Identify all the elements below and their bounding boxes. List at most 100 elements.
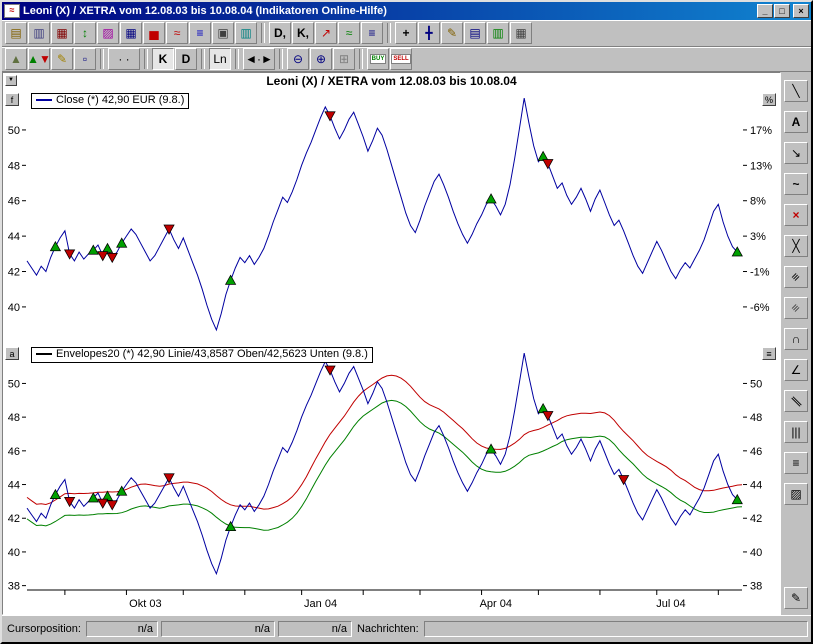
- svg-text:Jan 04: Jan 04: [304, 598, 337, 610]
- svg-text:40: 40: [8, 302, 20, 314]
- price-legend: Close (*) 42,90 EUR (9.8.): [31, 93, 189, 109]
- kurs-button[interactable]: K: [152, 48, 174, 70]
- curve-tool[interactable]: ~: [784, 173, 808, 195]
- vertical-grid-tool[interactable]: |||: [784, 421, 808, 443]
- news-field: [424, 621, 808, 637]
- toolbar-separator: [261, 23, 265, 43]
- svg-text:48: 48: [8, 412, 20, 424]
- svg-text:50: 50: [8, 378, 20, 390]
- svg-text:17%: 17%: [750, 125, 772, 137]
- chart-area: ▼ Leoni (X) / XETRA vom 12.08.03 bis 10.…: [2, 72, 781, 615]
- windows-button[interactable]: ▥: [235, 22, 257, 44]
- price-pane-percent-button[interactable]: %: [762, 93, 776, 106]
- toolbar-separator: [359, 49, 363, 69]
- layout-button[interactable]: ▥: [487, 22, 509, 44]
- zoom-in-button[interactable]: ⊕: [310, 48, 332, 70]
- hatch-arrow-tool[interactable]: ≡: [784, 297, 808, 319]
- arrow-tool[interactable]: ↘: [784, 142, 808, 164]
- text-tool[interactable]: A: [784, 111, 808, 133]
- move-cross-button[interactable]: ╋: [418, 22, 440, 44]
- daily-button[interactable]: D: [175, 48, 197, 70]
- histogram-button[interactable]: ▅: [143, 22, 165, 44]
- crosshatch-tool[interactable]: ▨: [784, 483, 808, 505]
- indicator-button[interactable]: ↗: [315, 22, 337, 44]
- line-chart-button[interactable]: ≈: [166, 22, 188, 44]
- scroll-chart-button[interactable]: ◄·►: [243, 48, 275, 70]
- k-period-button[interactable]: K,: [292, 22, 314, 44]
- envelope-pane-menu-button[interactable]: ≡: [762, 347, 776, 360]
- arc-tool[interactable]: ∩: [784, 328, 808, 350]
- close-button[interactable]: ×: [793, 4, 809, 18]
- svg-text:Okt 03: Okt 03: [129, 598, 161, 610]
- signals-button[interactable]: ▲▼: [28, 48, 50, 70]
- data-table-button[interactable]: ≡: [189, 22, 211, 44]
- sell-signal-button[interactable]: SELL: [390, 48, 412, 70]
- main-toolbar: ▤▥▦↕▨▦▅≈≡▣▥D,K,↗≈≡+╋✎▤▥▦: [2, 20, 811, 47]
- svg-text:40: 40: [750, 547, 762, 559]
- envelope-legend-label: Envelopes20 (*) 42,90 Linie/43,8587 Oben…: [56, 348, 368, 360]
- cursor-position-label: Cursorposition:: [5, 623, 83, 635]
- minimize-button[interactable]: _: [757, 4, 773, 18]
- crosshair-button[interactable]: +: [395, 22, 417, 44]
- d-period-button[interactable]: D,: [269, 22, 291, 44]
- cursor-x-field: n/a: [86, 621, 158, 637]
- legend-line-sample: [36, 353, 52, 355]
- toolbar-separator: [201, 49, 205, 69]
- lines-button[interactable]: ≈: [338, 22, 360, 44]
- zoom-region-button[interactable]: ⊞: [333, 48, 355, 70]
- mountain-chart-button[interactable]: ▲: [5, 48, 27, 70]
- svg-text:46: 46: [8, 446, 20, 458]
- table-button[interactable]: ▦: [120, 22, 142, 44]
- legend-line-sample: [36, 99, 52, 101]
- pane-splitter-button[interactable]: ▼: [5, 75, 17, 86]
- draw-pencil-button[interactable]: ✎: [441, 22, 463, 44]
- style-pencil-button[interactable]: ✎: [51, 48, 73, 70]
- price-pane-function-button[interactable]: f: [5, 93, 19, 106]
- status-bar: Cursorposition: n/a n/a n/a Nachrichten:: [2, 615, 811, 642]
- save-button[interactable]: ▣: [212, 22, 234, 44]
- svg-text:50: 50: [750, 378, 762, 390]
- delete-tool[interactable]: ×: [784, 204, 808, 226]
- chart-new-button[interactable]: ▤: [5, 22, 27, 44]
- svg-text:42: 42: [8, 513, 20, 525]
- maximize-button[interactable]: □: [774, 4, 790, 18]
- mini-window-button[interactable]: ▫: [74, 48, 96, 70]
- main-area: ▼ Leoni (X) / XETRA vom 12.08.03 bis 10.…: [2, 72, 811, 615]
- svg-text:13%: 13%: [750, 160, 772, 172]
- svg-text:Apr 04: Apr 04: [480, 598, 512, 610]
- toolbar-separator: [144, 49, 148, 69]
- drawing-toolbar: ╲ A ↘ ~ × ╳ ≡ ≡ ∩ ∠ ∥ ||| ≡ ▨ ✎: [781, 72, 811, 615]
- svg-text:48: 48: [8, 160, 20, 172]
- news-label: Nachrichten:: [355, 623, 421, 635]
- zoom-out-button[interactable]: ⊖: [287, 48, 309, 70]
- chart-toolbar: ▲▲▼✎▫ · · KD Ln ◄·► ⊖⊕⊞ BUYSELL: [2, 47, 811, 72]
- fibonacci-tool[interactable]: ≡: [784, 452, 808, 474]
- copy-button[interactable]: ▥: [28, 22, 50, 44]
- list-button[interactable]: ≡: [361, 22, 383, 44]
- buy-signal-button[interactable]: BUY: [367, 48, 389, 70]
- envelope-pane-function-button[interactable]: a: [5, 347, 19, 360]
- chart-type-button[interactable]: ▨: [97, 22, 119, 44]
- grid-button[interactable]: ▦: [510, 22, 532, 44]
- notes-button[interactable]: ▤: [464, 22, 486, 44]
- updown-arrows-button[interactable]: ↕: [74, 22, 96, 44]
- svg-text:42: 42: [750, 513, 762, 525]
- pencil-tool[interactable]: ✎: [784, 587, 808, 609]
- svg-text:44: 44: [750, 480, 762, 492]
- envelope-chart[interactable]: 3840424446485038404244464850Okt 03Jan 04…: [3, 341, 778, 611]
- cross-trend-tool[interactable]: ╳: [784, 235, 808, 257]
- toolbar-separator: [387, 23, 391, 43]
- log-scale-button[interactable]: Ln: [209, 48, 231, 70]
- hatch-tool[interactable]: ≡: [784, 266, 808, 288]
- cursor-date-field: n/a: [161, 621, 275, 637]
- angle-tool[interactable]: ∠: [784, 359, 808, 381]
- window-title: Leoni (X) / XETRA vom 12.08.03 bis 10.08…: [23, 5, 754, 17]
- price-chart[interactable]: 404244464850-6%-1%3%8%13%17%: [3, 89, 778, 341]
- trendline-tool[interactable]: ╲: [784, 80, 808, 102]
- toolbar-separator: [100, 49, 104, 69]
- quote-list-button[interactable]: ▦: [51, 22, 73, 44]
- line-style-button[interactable]: · ·: [108, 48, 140, 70]
- channel-tool[interactable]: ∥: [784, 390, 808, 412]
- svg-text:-6%: -6%: [750, 302, 770, 314]
- svg-text:44: 44: [8, 480, 20, 492]
